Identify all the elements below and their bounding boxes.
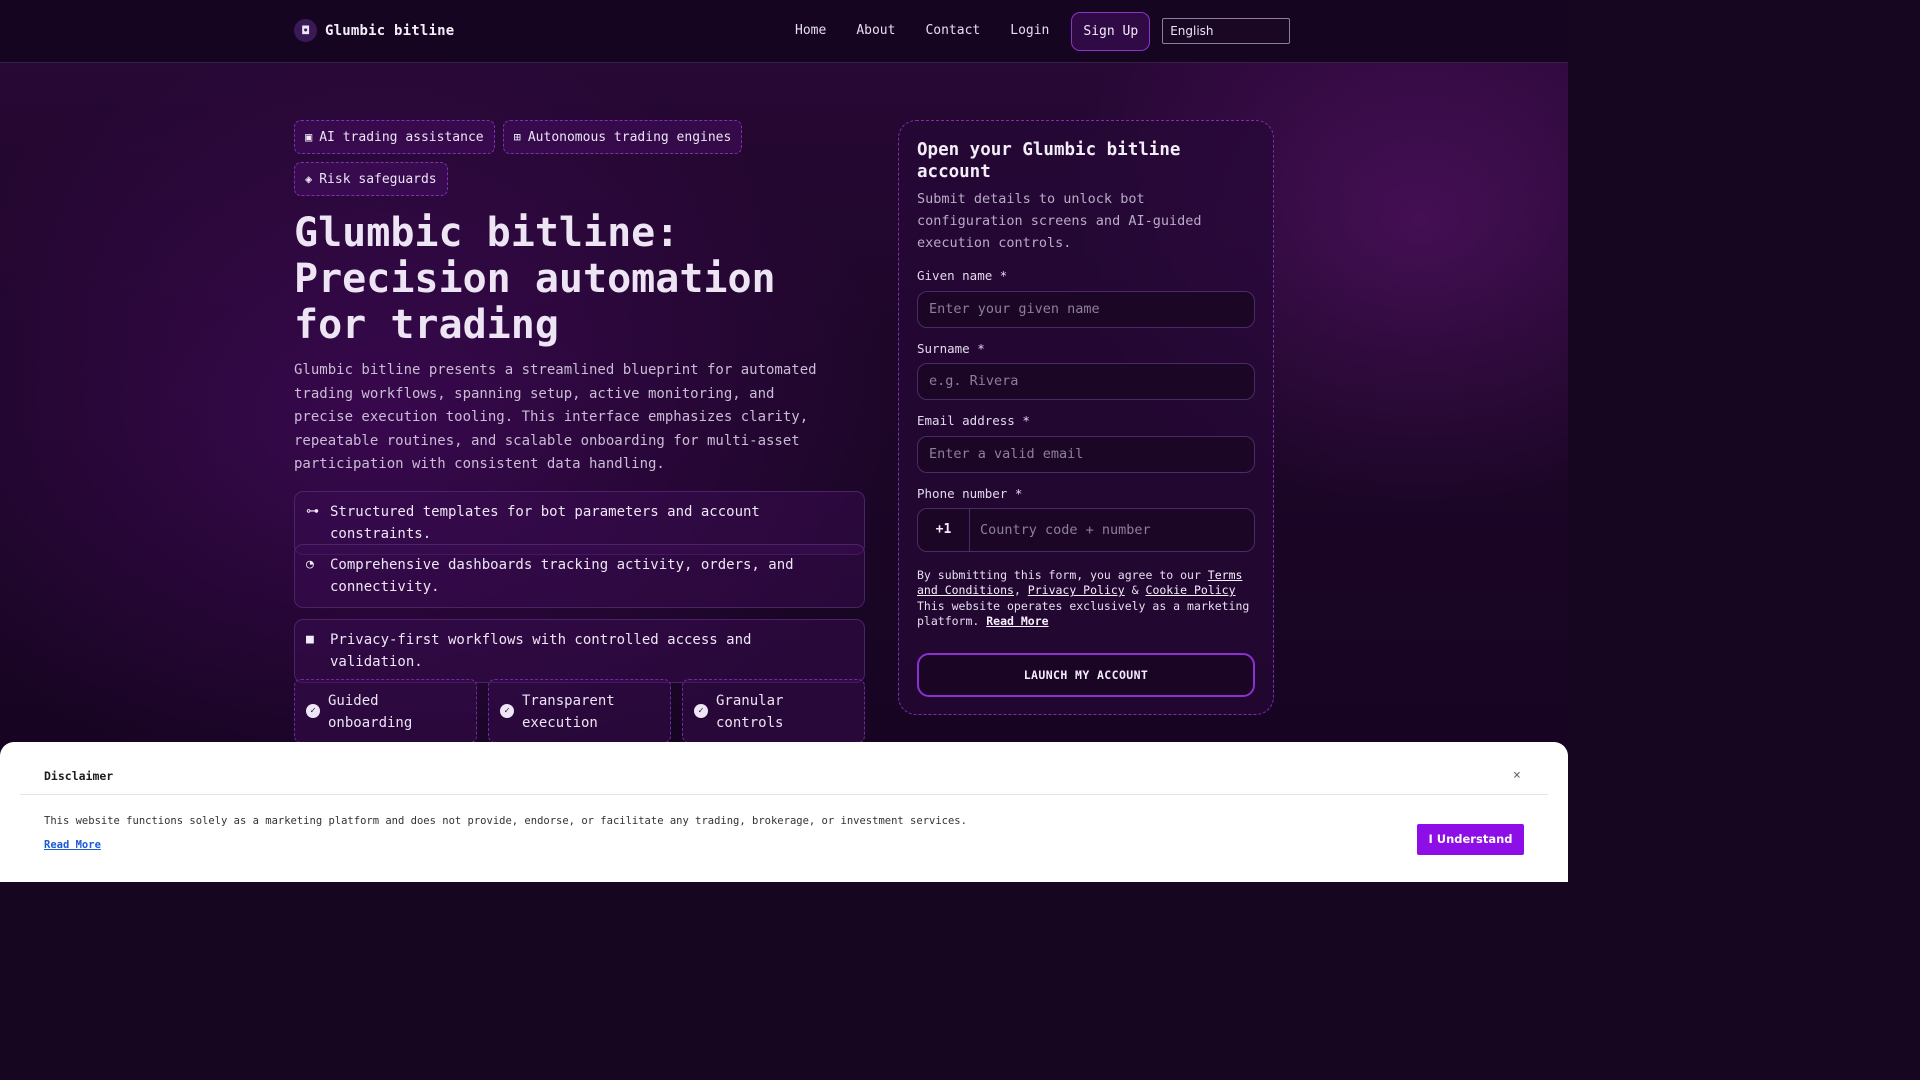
hero-description: Glumbic bitline presents a streamlined b… bbox=[294, 362, 817, 472]
terms-notice: By submitting this form, you agree to ou… bbox=[917, 568, 1257, 630]
highlight-guided-onboarding: ✓ Guided onboarding bbox=[294, 679, 477, 743]
shield-logo-icon: ◘ bbox=[294, 19, 317, 42]
terms-read-more-link[interactable]: Read More bbox=[986, 614, 1048, 628]
brand[interactable]: ◘ Glumbic bitline bbox=[294, 19, 454, 42]
hero-title: Glumbic bitline: Precision automation fo… bbox=[294, 210, 776, 348]
highlight-granular-controls: ✓ Granular controls bbox=[682, 679, 865, 743]
disclaimer-title: Disclaimer bbox=[44, 769, 114, 783]
nav-login-link[interactable]: Login bbox=[1010, 11, 1049, 51]
chip-ai-trading: ▣ AI trading assistance bbox=[294, 120, 495, 154]
form-subtitle: Submit details to unlock bot configurati… bbox=[917, 191, 1202, 251]
highlight-text: Transparent execution bbox=[522, 693, 615, 731]
surname-label: Surname * bbox=[917, 341, 985, 356]
chip-label: Autonomous trading engines bbox=[527, 129, 732, 145]
chip-cpu-icon: ▣ bbox=[305, 130, 313, 144]
nav-home-link[interactable]: Home bbox=[795, 11, 826, 51]
site-header: ◘ Glumbic bitline Home About Contact Log… bbox=[0, 0, 1568, 63]
phone-country-code[interactable]: +1 bbox=[918, 509, 970, 551]
feature-text: Comprehensive dashboards tracking activi… bbox=[330, 557, 794, 595]
brand-name: Glumbic bitline bbox=[325, 22, 455, 39]
network-icon: ⊶ bbox=[306, 504, 319, 519]
disclaimer-banner: Disclaimer × This website functions sole… bbox=[0, 742, 1568, 882]
feature-item-dashboards: ◔ Comprehensive dashboards tracking acti… bbox=[294, 544, 865, 608]
lock-icon: ■ bbox=[306, 632, 314, 647]
signup-button[interactable]: Sign Up bbox=[1071, 11, 1151, 51]
signup-form-card: Open your Glumbic bitline account Submit… bbox=[898, 120, 1274, 715]
main-nav: Home About Contact Login Sign Up English bbox=[795, 11, 1291, 51]
terms-prefix: By submitting this form, you agree to ou… bbox=[917, 568, 1208, 582]
highlight-transparent-execution: ✓ Transparent execution bbox=[488, 679, 671, 743]
language-select[interactable]: English bbox=[1162, 18, 1291, 44]
chip-risk-safeguards: ◈ Risk safeguards bbox=[294, 162, 448, 196]
phone-field: +1 Country code + number bbox=[917, 508, 1255, 552]
terms-amp: & bbox=[1124, 583, 1146, 598]
feature-text: Privacy-first workflows with controlled … bbox=[330, 632, 752, 670]
feature-text: Structured templates for bot parameters … bbox=[330, 504, 760, 542]
dashboard-gauge-icon: ◔ bbox=[306, 557, 314, 572]
check-circle-icon: ✓ bbox=[694, 704, 708, 718]
check-circle-icon: ✓ bbox=[306, 704, 320, 718]
terms-suffix: This website operates exclusively as a m… bbox=[917, 598, 1250, 629]
shield-icon: ◈ bbox=[305, 172, 313, 186]
close-icon[interactable]: × bbox=[1513, 768, 1521, 783]
robot-icon: ⊞ bbox=[513, 130, 521, 144]
launch-account-button[interactable]: LAUNCH MY ACCOUNT bbox=[917, 653, 1255, 697]
phone-label: Phone number * bbox=[917, 486, 1023, 501]
chip-label: AI trading assistance bbox=[319, 129, 484, 145]
email-label: Email address * bbox=[917, 413, 1030, 428]
form-title: Open your Glumbic bitline account bbox=[917, 140, 1181, 182]
cookie-policy-link[interactable]: Cookie Policy bbox=[1146, 583, 1236, 597]
chip-autonomous-engines: ⊞ Autonomous trading engines bbox=[502, 120, 743, 154]
phone-input[interactable]: Country code + number bbox=[970, 509, 1151, 551]
highlight-text: Granular controls bbox=[716, 693, 784, 731]
feature-chips: ▣ AI trading assistance ⊞ Autonomous tra… bbox=[294, 120, 744, 196]
nav-about-link[interactable]: About bbox=[856, 11, 895, 51]
disclaimer-divider bbox=[20, 794, 1548, 795]
highlight-text: Guided onboarding bbox=[328, 693, 413, 731]
privacy-policy-link[interactable]: Privacy Policy bbox=[1028, 583, 1125, 597]
feature-item-privacy: ■ Privacy-first workflows with controlle… bbox=[294, 619, 865, 683]
nav-contact-link[interactable]: Contact bbox=[925, 11, 980, 51]
chip-label: Risk safeguards bbox=[319, 171, 437, 187]
given-name-input[interactable]: Enter your given name bbox=[917, 291, 1255, 328]
terms-comma: , bbox=[1013, 583, 1028, 598]
surname-input[interactable]: e.g. Rivera bbox=[917, 363, 1255, 400]
check-circle-icon: ✓ bbox=[500, 704, 514, 718]
i-understand-button[interactable]: I Understand bbox=[1417, 824, 1524, 855]
given-name-label: Given name * bbox=[917, 268, 1008, 283]
email-input[interactable]: Enter a valid email bbox=[917, 436, 1255, 473]
disclaimer-text: This website functions solely as a marke… bbox=[44, 815, 967, 827]
disclaimer-read-more-link[interactable]: Read More bbox=[44, 839, 101, 851]
